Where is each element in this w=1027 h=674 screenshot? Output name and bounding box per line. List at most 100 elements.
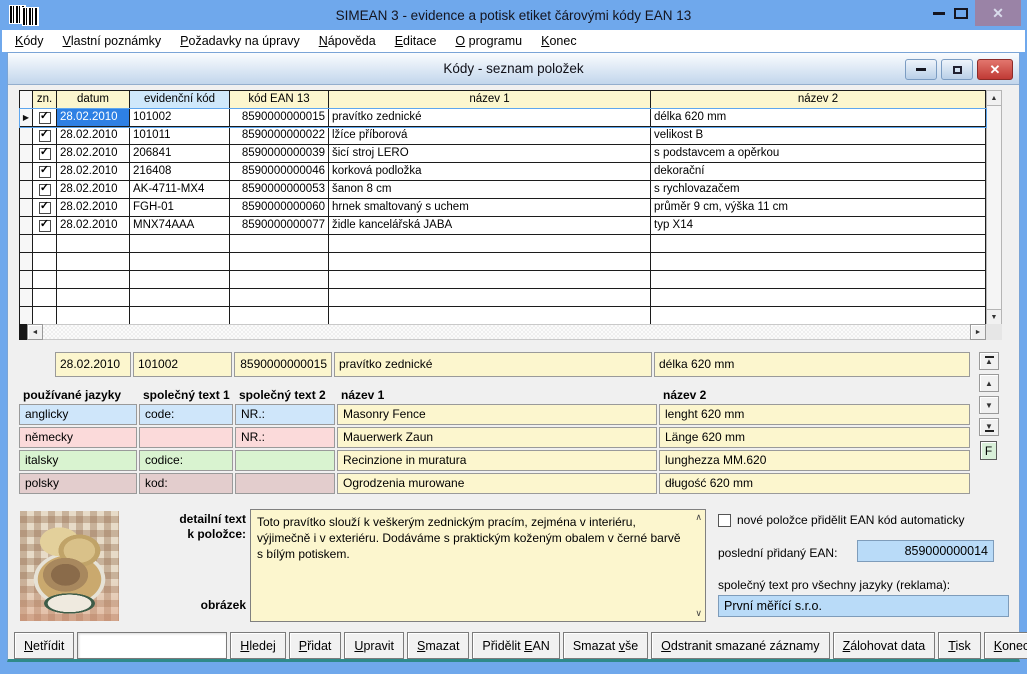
row-checkbox[interactable]: ✓ bbox=[39, 130, 51, 142]
evidencni-kod-cell: 206841 bbox=[130, 145, 230, 163]
nazev1-cell[interactable]: Recinzione in muratura bbox=[337, 450, 657, 471]
table-horizontal-scrollbar[interactable]: ◄ ► bbox=[19, 324, 1002, 340]
child-close-button[interactable]: ✕ bbox=[977, 59, 1013, 80]
f-button[interactable]: F bbox=[980, 441, 997, 460]
smazat-button[interactable]: Smazat bbox=[407, 632, 469, 659]
scroll-down-button[interactable]: ▼ bbox=[987, 309, 1001, 324]
empty-cell bbox=[130, 253, 230, 271]
menu-item-editace[interactable]: Editace bbox=[395, 34, 437, 48]
common-text2-cell[interactable]: NR.: bbox=[235, 427, 335, 448]
scroll-up-chevron-icon[interactable]: ∧ bbox=[695, 513, 702, 522]
nazev1-cell[interactable]: Ogrodzenia murowane bbox=[337, 473, 657, 494]
row-checkbox[interactable]: ✓ bbox=[39, 202, 51, 214]
table-row[interactable]: ✓28.02.2010FGH-018590000000060hrnek smal… bbox=[20, 199, 986, 217]
header-kod-ean-13[interactable]: kód EAN 13 bbox=[230, 91, 329, 109]
header-evidencni-kod[interactable]: evidenční kód bbox=[130, 91, 230, 109]
ean-cell: 8590000000015 bbox=[230, 109, 329, 127]
common-text2-cell[interactable] bbox=[235, 473, 335, 494]
auto-ean-checkbox[interactable] bbox=[718, 514, 731, 527]
menu-item-pozadavky-na-upravy[interactable]: Požadavky na úpravy bbox=[180, 34, 300, 48]
maximize-button[interactable] bbox=[950, 0, 972, 26]
scroll-up-button[interactable]: ▲ bbox=[987, 91, 1001, 106]
smazat-vse-button[interactable]: Smazat vše bbox=[563, 632, 648, 659]
pridat-button[interactable]: Přidat bbox=[289, 632, 342, 659]
nazev2-cell[interactable]: Länge 620 mm bbox=[659, 427, 970, 448]
common-text1-cell[interactable] bbox=[139, 427, 233, 448]
empty-cell bbox=[230, 235, 329, 253]
row-checkbox[interactable]: ✓ bbox=[39, 112, 51, 124]
table-row-empty[interactable] bbox=[20, 289, 986, 307]
language-cell[interactable]: anglicky bbox=[19, 404, 137, 425]
upravit-button[interactable]: Upravit bbox=[344, 632, 404, 659]
detail-text-area[interactable]: Toto pravítko slouží k veškerým zednický… bbox=[250, 509, 706, 622]
common-text-field[interactable]: První měřící s.r.o. bbox=[718, 595, 1009, 617]
common-text2-cell[interactable]: NR.: bbox=[235, 404, 335, 425]
table-row[interactable]: ✓28.02.20102164088590000000046korková po… bbox=[20, 163, 986, 181]
header-datum[interactable]: datum bbox=[57, 91, 130, 109]
scroll-down-chevron-icon[interactable]: ∨ bbox=[695, 609, 702, 618]
detail-text-label: detailní text k položce: bbox=[128, 512, 246, 542]
evidencni-kod-cell: 101011 bbox=[130, 127, 230, 145]
konec-button[interactable]: Konec bbox=[984, 632, 1027, 659]
evidencni-kod-cell: 216408 bbox=[130, 163, 230, 181]
row-checkbox[interactable]: ✓ bbox=[39, 148, 51, 160]
row-checkbox[interactable]: ✓ bbox=[39, 220, 51, 232]
table-row[interactable]: ✓28.02.20101010118590000000022lžíce příb… bbox=[20, 127, 986, 145]
table-row[interactable]: ✓28.02.2010MNX74AAA8590000000077židle ka… bbox=[20, 217, 986, 235]
nazev1-cell[interactable]: Mauerwerk Zaun bbox=[337, 427, 657, 448]
hledej-button[interactable]: Hledej bbox=[230, 632, 285, 659]
zalohovat-data-button[interactable]: Zálohovat data bbox=[833, 632, 936, 659]
netridit-button[interactable]: Netřídit bbox=[14, 632, 74, 659]
previous-record-button[interactable]: ▲ bbox=[979, 374, 999, 392]
language-cell[interactable]: německy bbox=[19, 427, 137, 448]
pridelit-ean-button[interactable]: Přidělit EAN bbox=[472, 632, 559, 659]
empty-cell bbox=[651, 235, 986, 253]
nazev1-cell[interactable]: Masonry Fence bbox=[337, 404, 657, 425]
header-nazev-2[interactable]: název 2 bbox=[651, 91, 986, 109]
table-row-empty[interactable] bbox=[20, 307, 986, 325]
scroll-track[interactable] bbox=[43, 324, 970, 340]
table-row-empty[interactable] bbox=[20, 253, 986, 271]
table-row[interactable]: ✓28.02.20102068418590000000039šicí stroj… bbox=[20, 145, 986, 163]
common-text1-cell[interactable]: codice: bbox=[139, 450, 233, 471]
main-window-title: SIMEAN 3 - evidence a potisk etiket čáro… bbox=[0, 8, 1027, 23]
table-row-empty[interactable] bbox=[20, 235, 986, 253]
up-arrow-icon: ▲ bbox=[991, 95, 998, 102]
last-record-button[interactable]: ▼ bbox=[979, 418, 999, 436]
language-cell[interactable]: polsky bbox=[19, 473, 137, 494]
menu-item-konec[interactable]: Konec bbox=[541, 34, 576, 48]
child-restore-button[interactable] bbox=[941, 59, 973, 80]
scroll-right-button[interactable]: ► bbox=[970, 324, 986, 340]
nazev1-cell: hrnek smaltovaný s uchem bbox=[329, 199, 651, 217]
menu-item-napoveda[interactable]: Nápověda bbox=[319, 34, 376, 48]
minimize-button[interactable] bbox=[929, 0, 949, 26]
table-vertical-scrollbar[interactable]: ▲ ▼ bbox=[986, 90, 1002, 325]
child-minimize-button[interactable] bbox=[905, 59, 937, 80]
scroll-left-button[interactable]: ◄ bbox=[27, 324, 43, 340]
common-text2-cell[interactable] bbox=[235, 450, 335, 471]
close-button[interactable]: ✕ bbox=[975, 0, 1021, 26]
menu-item-o-programu[interactable]: O programu bbox=[455, 34, 522, 48]
empty-cell bbox=[130, 307, 230, 325]
table-row[interactable]: ▶✓28.02.20101010028590000000015pravítko … bbox=[20, 109, 986, 127]
first-record-button[interactable]: ▲ bbox=[979, 352, 999, 370]
language-cell[interactable]: italsky bbox=[19, 450, 137, 471]
empty-cell bbox=[130, 235, 230, 253]
menu-item-vlastni-poznamky[interactable]: Vlastní poznámky bbox=[63, 34, 162, 48]
menu-item-kody[interactable]: Kódy bbox=[15, 34, 44, 48]
table-row[interactable]: ✓28.02.2010AK-4711-MX48590000000053šanon… bbox=[20, 181, 986, 199]
odstranit-smazane-zaznamy-button[interactable]: Odstranit smazané záznamy bbox=[651, 632, 829, 659]
header-nazev-1[interactable]: název 1 bbox=[329, 91, 651, 109]
header-zn[interactable]: zn. bbox=[33, 91, 57, 109]
row-checkbox[interactable]: ✓ bbox=[39, 166, 51, 178]
common-text1-cell[interactable]: kod: bbox=[139, 473, 233, 494]
tisk-button[interactable]: Tisk bbox=[938, 632, 980, 659]
nazev2-cell[interactable]: lenght 620 mm bbox=[659, 404, 970, 425]
next-record-button[interactable]: ▼ bbox=[979, 396, 999, 414]
common-text1-cell[interactable]: code: bbox=[139, 404, 233, 425]
nazev2-cell[interactable]: długość 620 mm bbox=[659, 473, 970, 494]
row-checkbox[interactable]: ✓ bbox=[39, 184, 51, 196]
table-row-empty[interactable] bbox=[20, 271, 986, 289]
nazev2-cell[interactable]: lunghezza MM.620 bbox=[659, 450, 970, 471]
search-input[interactable] bbox=[77, 632, 227, 659]
